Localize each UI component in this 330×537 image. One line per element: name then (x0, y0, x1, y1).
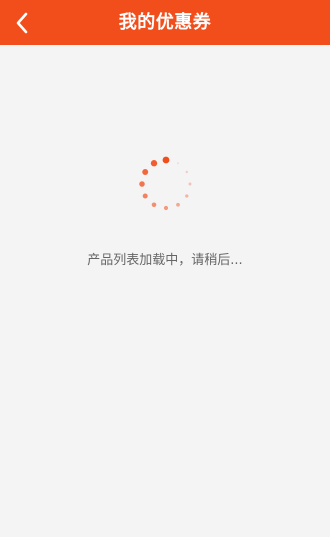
spinner-dot (162, 156, 170, 164)
spinner-dot (151, 202, 157, 208)
spinner-dot (150, 160, 158, 167)
spinner-dot (176, 202, 180, 207)
app-header: 我的优惠券 (0, 0, 330, 45)
loading-spinner-icon (139, 156, 192, 211)
spinner-dot (188, 182, 192, 186)
coupon-page: 我的优惠券 产品列表加载中，请稍后... (0, 0, 330, 537)
spinner-dot (185, 194, 189, 198)
spinner-dot (185, 170, 188, 174)
spinner-dot (142, 193, 148, 199)
loading-message: 产品列表加载中，请稍后... (87, 253, 243, 268)
spinner-dot (142, 169, 149, 175)
spinner-dot (163, 205, 169, 211)
spinner-dot (177, 162, 179, 165)
page-title: 我的优惠券 (118, 12, 212, 33)
spinner-dot (139, 181, 145, 187)
